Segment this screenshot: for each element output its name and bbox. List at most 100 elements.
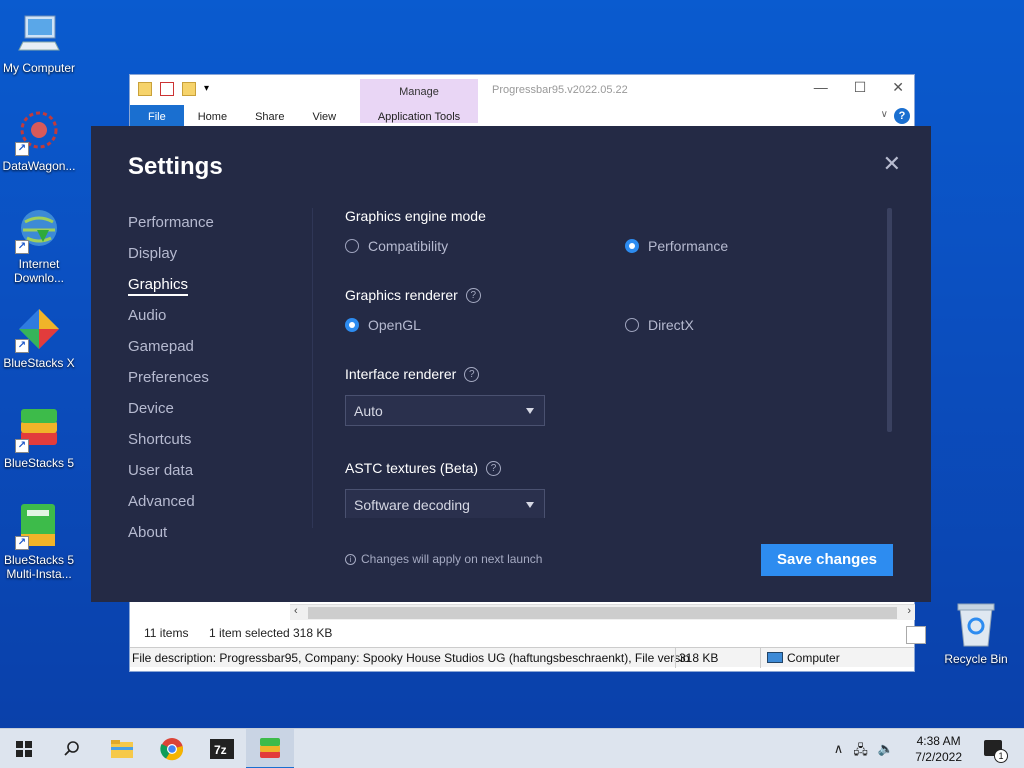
chevron-down-icon[interactable]: ∨ [881, 109, 888, 120]
horizontal-scrollbar[interactable]: ‹ › [290, 604, 915, 620]
new-folder-icon[interactable] [182, 82, 196, 96]
tab-application-tools[interactable]: Application Tools [360, 105, 478, 123]
tab-file[interactable]: File [130, 105, 184, 127]
caret-down-icon [526, 502, 534, 508]
taskbar-file-explorer[interactable] [98, 729, 146, 768]
scroll-left-icon[interactable]: ‹ [294, 605, 298, 617]
taskbar-7zip[interactable]: 7z [198, 729, 246, 768]
nav-item-gamepad[interactable]: Gamepad [128, 337, 214, 368]
vertical-scrollbar[interactable] [887, 208, 892, 432]
desktop-icon-datawagon[interactable]: ↗ DataWagon... [0, 108, 78, 173]
file-description: File description: Progressbar95, Company… [132, 651, 690, 665]
restart-note: i Changes will apply on next launch [345, 552, 542, 566]
maximize-icon[interactable]: ☐ [854, 79, 867, 96]
nav-item-advanced[interactable]: Advanced [128, 492, 214, 523]
bluestacks-5-icon: ↗ [15, 405, 63, 453]
scroll-right-icon[interactable]: › [907, 605, 911, 617]
large-icons-view-icon[interactable] [906, 626, 926, 644]
desktop-icon-internet-download[interactable]: ↗ Internet Downlo... [0, 206, 78, 285]
caret-down-icon [526, 408, 534, 414]
nav-item-graphics[interactable]: Graphics [128, 275, 214, 306]
interface-renderer-label: Interface renderer ? [345, 366, 480, 382]
settings-dialog: Settings ✕ Performance Display Graphics … [91, 126, 931, 602]
recycle-bin-icon [956, 602, 996, 648]
radio-compatibility[interactable]: Compatibility [345, 238, 448, 254]
desktop-icon-label: Internet Downlo... [13, 257, 65, 285]
desktop-icon-bluestacks-5[interactable]: ↗ BlueStacks 5 [0, 405, 78, 470]
bluestacks-x-icon: ↗ [15, 305, 63, 353]
help-circle-icon[interactable]: ? [486, 460, 502, 476]
clock[interactable]: 4:38 AM 7/2/2022 [915, 733, 962, 765]
astc-textures-select[interactable]: Software decoding [345, 489, 545, 518]
nav-item-device[interactable]: Device [128, 399, 214, 430]
properties-icon[interactable] [160, 82, 174, 96]
desktop-icon-label: DataWagon... [2, 159, 76, 173]
shortcut-arrow-icon: ↗ [15, 439, 29, 453]
desktop-icon-recycle-bin[interactable]: Recycle Bin [940, 602, 1012, 666]
engine-mode-label: Graphics engine mode [345, 208, 486, 224]
radio-performance[interactable]: Performance [625, 238, 728, 254]
window-controls: — ☐ ✕ [814, 79, 904, 96]
volume-icon[interactable]: 🔈 [878, 741, 894, 763]
chevron-up-icon[interactable]: ∧ [834, 741, 844, 763]
taskbar-bluestacks[interactable] [246, 729, 294, 768]
settings-nav: Performance Display Graphics Audio Gamep… [128, 213, 214, 554]
ribbon-tabs: File Home Share View Application Tools [130, 105, 914, 127]
desktop-icon-bluestacks-multi[interactable]: ↗ BlueStacks 5 Multi-Insta... [0, 502, 78, 581]
chrome-icon [160, 738, 184, 761]
file-explorer-icon [111, 740, 133, 758]
radio-dot [625, 318, 639, 332]
desktop-icon-bluestacks-x[interactable]: ↗ BlueStacks X [0, 305, 78, 370]
folder-icon[interactable] [138, 82, 152, 96]
search-button[interactable] [48, 729, 96, 768]
customize-dropdown-icon[interactable]: ▾ [204, 82, 218, 96]
interface-renderer-select[interactable]: Auto [345, 395, 545, 426]
nav-item-about[interactable]: About [128, 523, 214, 554]
monitor-icon [767, 652, 783, 663]
shortcut-arrow-icon: ↗ [15, 142, 29, 156]
network-icon[interactable]: 🖧 [853, 741, 868, 763]
nav-item-performance[interactable]: Performance [128, 213, 214, 244]
radio-opengl[interactable]: OpenGL [345, 317, 421, 333]
nav-item-audio[interactable]: Audio [128, 306, 214, 337]
nav-divider [312, 208, 313, 528]
nav-item-preferences[interactable]: Preferences [128, 368, 214, 399]
graphics-renderer-label: Graphics renderer ? [345, 287, 481, 303]
taskbar: 7z ∧ 🖧 🔈 4:38 AM 7/2/2022 1 [0, 728, 1024, 768]
radio-directx[interactable]: DirectX [625, 317, 694, 333]
shortcut-arrow-icon: ↗ [15, 339, 29, 353]
save-changes-button[interactable]: Save changes [761, 544, 893, 576]
nav-item-display[interactable]: Display [128, 244, 214, 275]
computer-icon [15, 10, 63, 58]
explorer-titlebar: ▾ Manage Progressbar95.v2022.05.22 — ☐ ✕ [130, 75, 914, 123]
close-icon[interactable]: ✕ [892, 79, 904, 96]
nav-item-user-data[interactable]: User data [128, 461, 214, 492]
help-circle-icon[interactable]: ? [464, 366, 480, 382]
minimize-icon[interactable]: — [814, 79, 828, 96]
quick-access-toolbar: ▾ [138, 82, 218, 96]
scrollbar-thumb[interactable] [308, 607, 897, 619]
shortcut-arrow-icon: ↗ [15, 240, 29, 254]
desktop-icon-label: BlueStacks 5 Multi-Insta... [3, 553, 75, 581]
tab-view[interactable]: View [298, 105, 350, 127]
windows-logo-icon [16, 741, 32, 757]
help-icon[interactable]: ? [894, 108, 910, 124]
datawagon-icon: ↗ [15, 108, 63, 156]
start-button[interactable] [0, 729, 48, 768]
close-icon[interactable]: ✕ [883, 153, 901, 175]
status-bar: 11 items 1 item selected 318 KB [130, 623, 926, 645]
window-title: Progressbar95.v2022.05.22 [492, 84, 628, 96]
help-circle-icon[interactable]: ? [465, 287, 481, 303]
taskbar-chrome[interactable] [148, 729, 196, 768]
notification-badge: 1 [994, 749, 1008, 763]
tab-home[interactable]: Home [184, 105, 241, 127]
recycle-bin-label: Recycle Bin [944, 652, 1008, 666]
desktop-icon-my-computer[interactable]: My Computer [0, 10, 78, 75]
shortcut-arrow-icon: ↗ [15, 536, 29, 550]
nav-item-shortcuts[interactable]: Shortcuts [128, 430, 214, 461]
7zip-icon: 7z [210, 739, 234, 759]
graphics-settings-panel: Graphics engine mode Compatibility Perfo… [345, 208, 885, 518]
desktop-icon-label: BlueStacks X [3, 356, 75, 370]
tab-share[interactable]: Share [241, 105, 298, 127]
astc-textures-label: ASTC textures (Beta) ? [345, 460, 502, 476]
